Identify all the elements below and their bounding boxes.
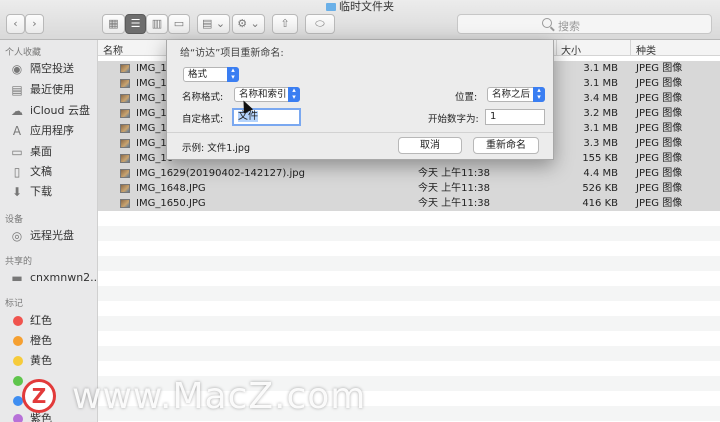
rename-mode-value: 格式: [188, 69, 208, 80]
tag-dot-icon: [13, 376, 23, 386]
cancel-button[interactable]: 取消: [398, 137, 462, 154]
rename-dialog: 给“访达”项目重新命名: 格式 ▴ ▾ 名称格式: 名称和索引 ▴ ▾ 位置: 名称…: [166, 40, 554, 160]
empty-row: [98, 301, 720, 316]
empty-row: [98, 241, 720, 256]
position-value: 名称之后: [492, 89, 531, 100]
popup-arrows-icon: ▴ ▾: [227, 67, 239, 82]
watermark-logo-letter: Z: [31, 384, 47, 408]
desktop-icon: ▭: [11, 145, 23, 159]
column-divider: [556, 40, 557, 56]
folder-icon: [326, 3, 336, 11]
image-thumbnail-icon: [120, 154, 130, 163]
toolbar: 临时文件夹 ‹ › ▦ ☰ ▥ ▭ ▤ ⌄ ⚙ ⌄ ⇧ ⬭ 搜索: [0, 0, 720, 40]
airdrop-icon: ◉: [11, 62, 23, 76]
download-icon: ⬇: [11, 185, 23, 199]
popup-arrows-icon: ▴ ▾: [533, 87, 545, 102]
custom-format-label: 自定格式:: [182, 114, 224, 125]
rename-mode-popup[interactable]: 格式 ▴ ▾: [183, 67, 239, 82]
start-number-input[interactable]: 1: [485, 109, 545, 125]
position-label: 位置:: [455, 92, 478, 103]
start-number-value: 1: [490, 111, 497, 122]
image-thumbnail-icon: [120, 94, 130, 103]
image-thumbnail-icon: [120, 199, 130, 208]
recents-icon: ▤: [11, 83, 23, 97]
window-title: 临时文件夹: [0, 0, 720, 13]
table-row[interactable]: IMG_1629(20190402-142127).jpg 今天 上午11:38 4…: [98, 166, 720, 181]
empty-row: [98, 346, 720, 361]
forward-button[interactable]: ›: [25, 14, 44, 34]
image-thumbnail-icon: [120, 169, 130, 178]
icon-view-button[interactable]: ▦: [102, 14, 125, 34]
tag-dot-icon: [13, 414, 23, 422]
cloud-icon: ☁: [11, 104, 23, 118]
sidebar-header-favorites: 个人收藏: [5, 48, 42, 58]
sidebar-header-shared: 共享的: [5, 257, 33, 267]
table-row[interactable]: IMG_1648.JPG 今天 上午11:38 526 KB JPEG 图像: [98, 181, 720, 196]
applications-icon: A: [12, 124, 22, 138]
column-view-button[interactable]: ▥: [146, 14, 168, 34]
column-header-name[interactable]: 名称: [103, 42, 123, 57]
empty-row: [98, 226, 720, 241]
dialog-divider: [167, 132, 553, 133]
image-thumbnail-icon: [120, 109, 130, 118]
empty-row: [98, 211, 720, 226]
computer-icon: ▬: [11, 271, 23, 285]
column-header-size[interactable]: 大小: [561, 42, 581, 57]
image-thumbnail-icon: [120, 79, 130, 88]
group-button[interactable]: ▤ ⌄: [197, 14, 230, 34]
empty-row: [98, 271, 720, 286]
sidebar: 个人收藏 ◉ 隔空投送 ▤ 最近使用 ☁ iCloud 云盘 A 应用程序 ▭ …: [0, 40, 101, 422]
search-placeholder: 搜索: [558, 20, 580, 33]
rename-button[interactable]: 重新命名: [473, 137, 539, 154]
action-gear-button[interactable]: ⚙ ⌄: [232, 14, 265, 34]
popup-arrows-icon: ▴ ▾: [288, 87, 300, 102]
empty-row: [98, 361, 720, 376]
image-thumbnail-icon: [120, 124, 130, 133]
disc-icon: ◎: [11, 229, 23, 243]
tag-button[interactable]: ⬭: [305, 14, 335, 34]
share-button[interactable]: ⇧: [272, 14, 298, 34]
tag-dot-icon: [13, 316, 23, 326]
column-header-kind[interactable]: 种类: [636, 42, 656, 57]
window-title-text: 临时文件夹: [339, 0, 394, 13]
document-icon: ▯: [13, 165, 21, 179]
position-popup[interactable]: 名称之后 ▴ ▾: [487, 87, 545, 102]
tag-dot-icon: [13, 336, 23, 346]
example-label: 示例: 文件1.jpg: [182, 143, 250, 154]
table-row[interactable]: IMG_1650.JPG 今天 上午11:38 416 KB JPEG 图像: [98, 196, 720, 211]
name-format-label: 名称格式:: [182, 92, 224, 103]
custom-format-value: 文件: [238, 111, 258, 122]
search-icon: [542, 18, 552, 28]
empty-row: [98, 331, 720, 346]
sidebar-header-devices: 设备: [5, 215, 24, 225]
empty-row: [98, 286, 720, 301]
empty-row: [98, 256, 720, 271]
dialog-title: 给“访达”项目重新命名:: [180, 48, 284, 59]
start-number-label: 开始数字为:: [428, 114, 479, 125]
image-thumbnail-icon: [120, 139, 130, 148]
back-button[interactable]: ‹: [6, 14, 25, 34]
list-view-button[interactable]: ☰: [125, 14, 146, 34]
gallery-view-button[interactable]: ▭: [168, 14, 190, 34]
search-input[interactable]: 搜索: [457, 14, 712, 34]
image-thumbnail-icon: [120, 64, 130, 73]
column-divider: [630, 40, 631, 56]
image-thumbnail-icon: [120, 184, 130, 193]
watermark-text: www.MacZ.com: [72, 376, 367, 417]
sidebar-header-tags: 标记: [5, 299, 24, 309]
empty-row: [98, 316, 720, 331]
watermark-logo: Z: [22, 379, 56, 413]
tag-dot-icon: [13, 356, 23, 366]
